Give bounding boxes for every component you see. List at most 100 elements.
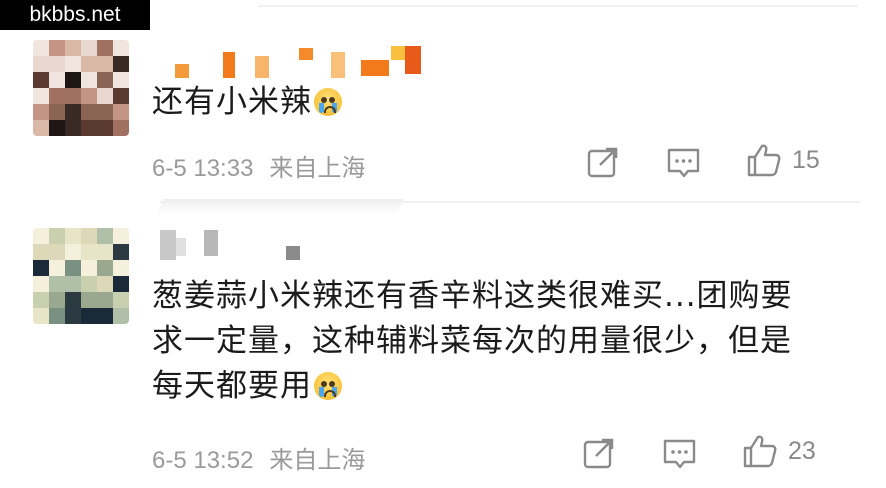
- avatar-pixel: [113, 120, 129, 136]
- avatar-pixel: [81, 308, 97, 324]
- comment-meta: 6-5 13:33 来自上海: [152, 148, 365, 183]
- avatar-pixel: [81, 88, 97, 104]
- avatar-pixel: [81, 292, 97, 308]
- avatar[interactable]: [33, 40, 129, 136]
- avatar-pixel: [97, 120, 113, 136]
- avatar-pixel: [81, 40, 97, 56]
- comment-item: 还有小米辣 6-5 13:33 来自上海 15: [0, 0, 886, 200]
- avatar-pixel: [113, 104, 129, 120]
- avatar-pixel: [113, 228, 129, 244]
- avatar-pixel: [49, 244, 65, 260]
- avatar-pixel: [65, 56, 81, 72]
- avatar-pixel: [65, 292, 81, 308]
- avatar-pixel: [49, 88, 65, 104]
- site-watermark: bkbbs.net: [0, 0, 150, 30]
- avatar-pixel: [65, 228, 81, 244]
- like-button[interactable]: 23: [742, 433, 816, 469]
- share-button[interactable]: [582, 436, 616, 470]
- avatar-pixel: [33, 228, 49, 244]
- avatar-pixel: [113, 56, 129, 72]
- avatar-pixel: [113, 244, 129, 260]
- like-count: 23: [788, 436, 816, 465]
- avatar-pixel: [97, 72, 113, 88]
- avatar-pixel: [97, 40, 113, 56]
- avatar-pixel: [65, 40, 81, 56]
- avatar-pixel: [113, 308, 129, 324]
- avatar-pixel: [81, 104, 97, 120]
- avatar-pixel: [49, 72, 65, 88]
- avatar-pixel: [113, 260, 129, 276]
- share-button[interactable]: [586, 145, 620, 179]
- comment-location: 来自上海: [269, 447, 366, 474]
- avatar-pixel: [33, 56, 49, 72]
- avatar-pixel: [97, 228, 113, 244]
- comment-text-content: 还有小米辣: [152, 84, 312, 120]
- comment-icon: [667, 148, 700, 178]
- share-icon: [583, 436, 616, 469]
- thumbs-up-icon: [743, 435, 777, 468]
- avatar-pixel: [49, 228, 65, 244]
- avatar-pixel: [49, 260, 65, 276]
- avatar-pixel: [33, 244, 49, 260]
- avatar-pixel: [97, 276, 113, 292]
- avatar-pixel: [33, 40, 49, 56]
- avatar-pixel: [65, 72, 81, 88]
- comment-time: 6-5 13:52: [152, 447, 254, 474]
- comment-item: 葱姜蒜小米辣还有香辛料这类很难买...团购要 求一定量，这种辅料菜每次的用量很少…: [0, 200, 886, 488]
- avatar-pixel: [81, 260, 97, 276]
- crying-face-emoji-icon: [314, 88, 342, 116]
- avatar-pixel: [49, 276, 65, 292]
- avatar-pixel: [113, 88, 129, 104]
- avatar-pixel: [49, 120, 65, 136]
- avatar-pixel: [65, 276, 81, 292]
- avatar-pixel: [33, 120, 49, 136]
- avatar-pixel: [65, 260, 81, 276]
- avatar-pixel: [113, 72, 129, 88]
- comment-button[interactable]: [666, 146, 702, 180]
- comment-text: 还有小米辣: [152, 80, 342, 125]
- thumbs-up-icon: [747, 144, 781, 177]
- avatar-pixel: [49, 56, 65, 72]
- avatar-pixel: [97, 88, 113, 104]
- avatar-pixel: [65, 308, 81, 324]
- crying-face-emoji-icon: [314, 372, 342, 400]
- username-blurred[interactable]: [160, 230, 310, 264]
- avatar-pixel: [113, 276, 129, 292]
- avatar-pixel: [81, 244, 97, 260]
- avatar-pixel: [97, 244, 113, 260]
- comment-text-line: 每天都要用: [152, 368, 312, 404]
- avatar-pixel: [97, 104, 113, 120]
- avatar-pixel: [49, 292, 65, 308]
- avatar-pixel: [81, 120, 97, 136]
- avatar-pixel: [97, 260, 113, 276]
- avatar-pixel: [113, 40, 129, 56]
- comment-text-line: 求一定量，这种辅料菜每次的用量很少，但是: [152, 323, 792, 359]
- avatar-pixel: [33, 88, 49, 104]
- avatar-pixel: [33, 308, 49, 324]
- like-count: 15: [792, 145, 820, 174]
- avatar-pixel: [97, 56, 113, 72]
- avatar-pixel: [81, 56, 97, 72]
- like-button[interactable]: 15: [746, 142, 820, 178]
- comment-time: 6-5 13:33: [152, 155, 254, 182]
- avatar-pixel: [97, 292, 113, 308]
- avatar-pixel: [81, 276, 97, 292]
- avatar-pixel: [81, 228, 97, 244]
- avatar-pixel: [33, 276, 49, 292]
- avatar-pixel: [65, 104, 81, 120]
- avatar-pixel: [33, 72, 49, 88]
- comment-meta: 6-5 13:52 来自上海: [152, 440, 365, 475]
- avatar[interactable]: [33, 228, 129, 324]
- avatar-pixel: [49, 40, 65, 56]
- username-blurred[interactable]: [175, 44, 425, 78]
- share-icon: [587, 145, 620, 178]
- avatar-pixel: [65, 88, 81, 104]
- avatar-pixel: [49, 104, 65, 120]
- avatar-pixel: [33, 260, 49, 276]
- comment-icon: [663, 439, 696, 469]
- avatar-pixel: [97, 308, 113, 324]
- comment-text-line: 葱姜蒜小米辣还有香辛料这类很难买...团购要: [152, 278, 793, 314]
- comment-location: 来自上海: [269, 155, 366, 182]
- comment-button[interactable]: [662, 437, 698, 471]
- avatar-pixel: [81, 72, 97, 88]
